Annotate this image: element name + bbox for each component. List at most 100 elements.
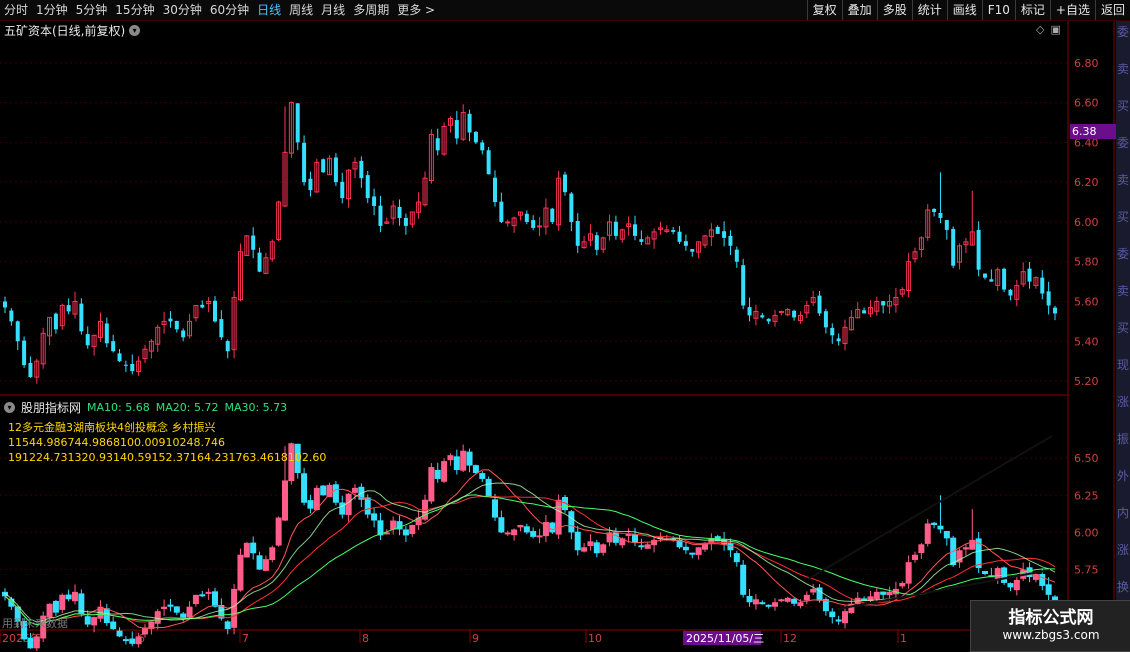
toolbar-button-7[interactable]: +自选 [1049, 0, 1095, 20]
x-label-8: 1 [900, 632, 907, 645]
candle-body-down [1053, 307, 1057, 314]
period-toolbar: 分时 1分钟 5分钟 15分钟 30分钟 60分钟 日线 周线 月线 多周期 更多 > 复权 叠加 多股… [0, 0, 1130, 21]
toolbar-button-1[interactable]: 叠加 [841, 0, 877, 20]
candle-body-down [944, 220, 949, 230]
tab-period-0[interactable]: 分时 [0, 0, 32, 20]
candle-body-down [123, 364, 128, 366]
ind-candle-body [122, 639, 129, 642]
x-label-3: 8 [362, 632, 369, 645]
ind-candle-body [72, 591, 78, 602]
ind-candle-body [84, 616, 91, 625]
ind-candle-body [574, 531, 581, 551]
candle-body-down [563, 174, 567, 193]
ind-candle-body [262, 559, 269, 571]
tab-period-8[interactable]: 月线 [317, 0, 349, 20]
ind-candle-body [33, 636, 40, 649]
ma-line-10 [4, 469, 1056, 629]
strip-label-3: 委 [1116, 136, 1129, 150]
toolbar-button-3[interactable]: 统计 [911, 0, 947, 20]
tab-period-1[interactable]: 1分钟 [32, 0, 72, 20]
ind-candle-body [173, 606, 180, 613]
candle-body-down [3, 301, 7, 308]
ma-line-20 [4, 495, 1056, 626]
candle-body-down [486, 150, 491, 175]
candle-body-down [830, 327, 835, 336]
candle-body-up [505, 221, 511, 224]
toolbar-button-4[interactable]: 画线 [946, 0, 982, 20]
candle-body-down [792, 310, 797, 318]
candle-body-down [569, 193, 574, 222]
chart-menu-icon[interactable]: ▾ [129, 25, 141, 36]
ind-candle-body [555, 499, 562, 535]
candle-body-down [66, 305, 71, 312]
ind-candle-body [91, 617, 98, 626]
toolbar-button-2[interactable]: 多股 [876, 0, 912, 20]
ind-candle-body [931, 522, 938, 525]
candle-body-down [741, 265, 746, 306]
candle-body-down [321, 159, 326, 173]
y-tick-main-1: 6.60 [1074, 97, 1099, 110]
toolbar-button-5[interactable]: F10 [981, 0, 1015, 20]
candle-body-down [359, 160, 364, 179]
ind-candle-body [103, 608, 110, 624]
ind-candle-body [523, 526, 530, 533]
candle-body-down [372, 196, 377, 207]
ind-candle-body [1007, 583, 1014, 588]
candle-body-down [85, 334, 90, 346]
ind-candle-body [498, 517, 505, 533]
candle-body-down [594, 235, 599, 250]
ind-candle-body [409, 525, 416, 535]
restore-icon[interactable]: ▣ [1050, 23, 1060, 36]
ind-candle-body [810, 588, 817, 593]
ind-candle-body [530, 531, 537, 537]
candle-body-down [181, 330, 186, 338]
ind-candle-body [129, 638, 136, 644]
strip-label-6: 委 [1116, 247, 1129, 261]
candlestick-chart[interactable]: 6.806.606.406.206.005.805.605.405.206.50… [0, 21, 1130, 651]
ind-candle-body [682, 546, 689, 551]
candle-body-down [817, 295, 822, 314]
ind-candle-body [472, 465, 479, 473]
tab-period-10[interactable]: 更多 > [393, 0, 439, 20]
tab-period-6[interactable]: 日线 [253, 0, 285, 20]
candle-body-down [111, 341, 116, 352]
indicator-menu-icon[interactable]: ▾ [4, 402, 15, 413]
ind-candle-body [784, 597, 791, 602]
ind-candle-body [549, 522, 556, 533]
ma10-label: MA10: 5.68 [87, 401, 150, 414]
ind-candle-body [352, 487, 358, 493]
ind-candle-body [269, 547, 276, 561]
candle-body-down [747, 307, 752, 316]
tab-period-4[interactable]: 30分钟 [159, 0, 206, 20]
candle-body-down [168, 318, 173, 322]
tab-period-2[interactable]: 5分钟 [72, 0, 112, 20]
ind-candle-body [326, 484, 333, 498]
x-label-7: 12 [783, 632, 797, 645]
candle-body-down [174, 320, 179, 330]
ma-line-30 [4, 494, 1055, 626]
ind-candle-body [59, 594, 66, 610]
tab-period-9[interactable]: 多周期 [349, 0, 393, 20]
ind-candle-body [568, 511, 575, 533]
candle-body-down [683, 241, 688, 246]
ind-candle-body [453, 456, 460, 471]
candle-body-down [677, 231, 682, 242]
indicator-info: 12多元金融3湖南板块4创投概念 乡村振兴 11544.986744.98681… [8, 420, 326, 465]
candle-body-down [454, 120, 459, 139]
toolbar-button-8[interactable]: 返回 [1094, 0, 1130, 20]
ind-candle-body [364, 497, 371, 515]
diamond-icon[interactable]: ◇ [1036, 23, 1044, 36]
toolbar-button-0[interactable]: 复权 [806, 0, 842, 20]
ind-candle-body [829, 611, 836, 618]
toolbar-button-6[interactable]: 标记 [1014, 0, 1050, 20]
ind-candle-body [600, 544, 607, 553]
candle-body-up [537, 225, 543, 228]
tab-period-5[interactable]: 60分钟 [206, 0, 253, 20]
y-tick-main-4: 6.00 [1074, 216, 1099, 229]
strip-label-0: 委 [1116, 25, 1129, 39]
tab-period-3[interactable]: 15分钟 [111, 0, 158, 20]
chart-title-text: 五矿资本(日线,前复权) [4, 24, 126, 38]
ind-candle-body [778, 599, 785, 602]
strip-label-7: 卖 [1116, 284, 1129, 298]
tab-period-7[interactable]: 周线 [285, 0, 317, 20]
